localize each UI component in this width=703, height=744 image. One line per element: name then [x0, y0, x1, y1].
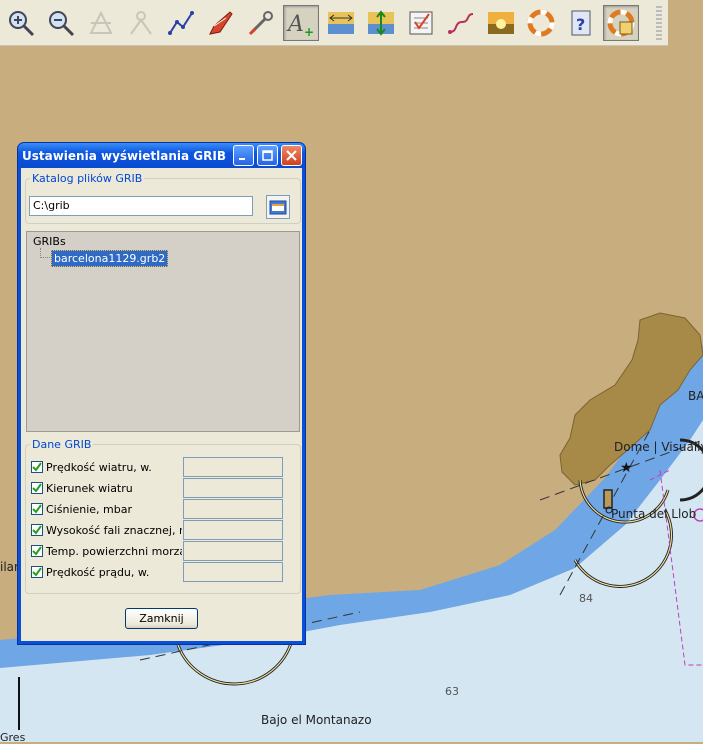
- depth-label-84: 84: [579, 592, 593, 605]
- boat-icon: [209, 10, 233, 35]
- dialog-body: Katalog plików GRIB C:\grib GRIBs barcel…: [21, 168, 302, 641]
- map-label-dome: Dome | Visually: [614, 440, 703, 454]
- wave-height-label: Wysokość fali znacznej, m: [46, 523, 182, 537]
- disabled-tool-icon-2: [130, 10, 152, 35]
- sunset-icon: [488, 11, 514, 34]
- grib-item-row: Temp. powierzchni morza, C: [31, 541, 283, 561]
- wave-height-checkbox[interactable]: [31, 524, 43, 536]
- pressure-checkbox[interactable]: [31, 503, 43, 515]
- star-landmark-icon: ★: [620, 460, 633, 476]
- grib-data-legend: Dane GRIB: [32, 438, 92, 451]
- zoom-out-icon: [49, 10, 75, 36]
- pressure-value: [183, 499, 283, 519]
- sea-temp-value: [183, 541, 283, 561]
- route-button[interactable]: [163, 5, 199, 41]
- disabled-tool-icon: [89, 10, 113, 34]
- lifebuoy-button[interactable]: [523, 5, 559, 41]
- sunset-button[interactable]: [483, 5, 519, 41]
- current-speed-checkbox[interactable]: [31, 566, 43, 578]
- route-icon: [168, 10, 194, 35]
- checkmark-icon: [32, 504, 42, 514]
- tree-file-item[interactable]: barcelona1129.grb2: [51, 250, 169, 267]
- lifebuoy-settings-icon: [607, 9, 635, 36]
- settings-wrench-button[interactable]: [243, 5, 279, 41]
- checkmark-icon: [32, 525, 42, 535]
- grib-item-row: Kierunek wiatru: [31, 478, 283, 498]
- dialog-titlebar[interactable]: Ustawienia wyświetlania GRIB: [18, 143, 305, 168]
- main-toolbar: A + ?: [0, 0, 668, 46]
- map-label-bajo: Bajo el Montanazo: [261, 713, 372, 727]
- lighthouse-icon: [603, 489, 613, 509]
- close-button[interactable]: Zamknij: [125, 608, 198, 629]
- browse-folder-button[interactable]: [266, 195, 290, 219]
- grib-item-row: Ciśnienie, mbar: [31, 499, 283, 519]
- map-label-punta: Punta del Llob: [611, 507, 697, 521]
- sea-temp-checkbox[interactable]: [31, 545, 43, 557]
- lifebuoy-icon: [527, 9, 555, 36]
- close-window-button[interactable]: [281, 145, 302, 166]
- toolbar-grip[interactable]: [656, 5, 662, 40]
- depth-contour-button[interactable]: [323, 5, 359, 41]
- tree-connector: [40, 248, 50, 258]
- catalog-legend: Katalog plików GRIB: [32, 172, 143, 185]
- maximize-button[interactable]: [257, 145, 278, 166]
- checkmark-icon: [32, 567, 42, 577]
- svg-text:?: ?: [576, 15, 585, 34]
- svg-text:A: A: [286, 12, 304, 37]
- wave-height-value: [183, 520, 283, 540]
- wind-speed-label: Prędkość wiatru, w.: [46, 460, 152, 474]
- help-icon: ?: [571, 10, 591, 35]
- svg-text:+: +: [304, 25, 314, 38]
- wind-direction-value: [183, 478, 283, 498]
- minimize-button[interactable]: [233, 145, 254, 166]
- close-icon: [286, 150, 297, 161]
- wind-direction-label: Kierunek wiatru: [46, 481, 133, 495]
- current-speed-value: [183, 562, 283, 582]
- depth-label-63: 63: [445, 685, 459, 698]
- checklist-icon: [409, 11, 433, 34]
- grib-item-row: Wysokość fali znacznej, m: [31, 520, 283, 540]
- zoom-in-button[interactable]: [3, 5, 39, 41]
- current-speed-label: Prędkość prądu, w.: [46, 565, 150, 579]
- tide-button[interactable]: [363, 5, 399, 41]
- map-label-ba: BA: [688, 389, 703, 403]
- zoom-out-button[interactable]: [43, 5, 79, 41]
- folder-open-icon: [269, 200, 287, 215]
- grib-path-input[interactable]: C:\grib: [29, 196, 253, 216]
- boat-button[interactable]: [203, 5, 239, 41]
- grib-settings-dialog: Ustawienia wyświetlania GRIB Katalog pli…: [17, 142, 306, 645]
- track-icon: [448, 12, 474, 34]
- track-button[interactable]: [443, 5, 479, 41]
- tree-root-label: GRIBs: [33, 235, 66, 248]
- wind-speed-checkbox[interactable]: [31, 461, 43, 473]
- depth-contour-icon: [328, 11, 354, 34]
- wind-speed-value: [183, 457, 283, 477]
- text-add-button[interactable]: A +: [283, 4, 319, 41]
- checkmark-icon: [32, 462, 42, 472]
- wind-direction-checkbox[interactable]: [31, 482, 43, 494]
- help-button[interactable]: ?: [563, 5, 599, 41]
- grib-item-row: Prędkość wiatru, w.: [31, 457, 283, 477]
- text-add-icon: A +: [286, 12, 314, 38]
- wrench-icon: [248, 10, 273, 35]
- sea-temp-label: Temp. powierzchni morza, C: [46, 544, 182, 558]
- tide-icon: [368, 9, 394, 36]
- checkmark-icon: [32, 483, 42, 493]
- map-label-gres: Gres: [0, 731, 26, 744]
- pressure-label: Ciśnienie, mbar: [46, 502, 133, 516]
- checkmark-icon: [32, 546, 42, 556]
- minimize-icon: [239, 158, 245, 160]
- grib-item-row: Prędkość prądu, w.: [31, 562, 283, 582]
- disabled-tool-button-2[interactable]: [123, 5, 159, 41]
- lifebuoy-settings-button[interactable]: [603, 4, 639, 41]
- zoom-in-icon: [9, 10, 35, 36]
- maximize-icon: [262, 150, 273, 161]
- disabled-tool-button[interactable]: [83, 5, 119, 41]
- dialog-title: Ustawienia wyświetlania GRIB: [22, 148, 226, 163]
- grib-file-tree[interactable]: GRIBs barcelona1129.grb2: [26, 231, 300, 432]
- checklist-button[interactable]: [403, 5, 439, 41]
